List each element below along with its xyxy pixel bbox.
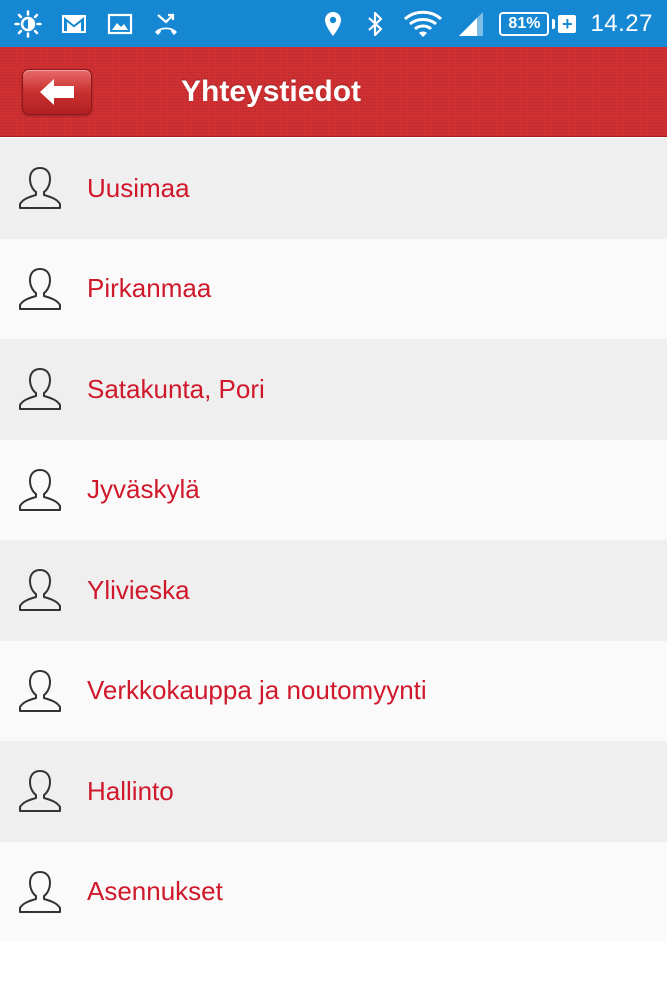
person-icon (19, 569, 61, 612)
list-item-label: Jyväskylä (87, 474, 200, 505)
person-icon (19, 770, 61, 813)
person-icon (19, 267, 61, 310)
person-icon (19, 870, 61, 913)
wifi-icon (404, 10, 443, 37)
list-item-label: Satakunta, Pori (87, 373, 265, 404)
brightness-icon (14, 9, 42, 38)
back-arrow-icon (40, 79, 74, 105)
battery-icon: 81% + (499, 11, 577, 36)
location-icon (325, 11, 342, 36)
list-item-pirkanmaa[interactable]: Pirkanmaa (0, 238, 667, 339)
list-item-hallinto[interactable]: Hallinto (0, 741, 667, 842)
signal-icon (459, 11, 484, 36)
person-icon (19, 669, 61, 712)
gmail-icon (62, 14, 86, 33)
battery-level: 81% (499, 11, 550, 36)
list-item-ylivieska[interactable]: Ylivieska (0, 540, 667, 641)
list-item-label: Asennukset (87, 876, 223, 907)
image-icon (107, 13, 133, 34)
list-item-label: Verkkokauppa ja noutomyynti (87, 675, 427, 706)
contact-list: Uusimaa Pirkanmaa Satakunta, Pori Jyväsk… (0, 138, 667, 942)
missed-call-icon (155, 13, 177, 35)
bluetooth-icon (368, 11, 383, 36)
list-item-uusimaa[interactable]: Uusimaa (0, 138, 667, 239)
person-icon (19, 368, 61, 411)
list-item-label: Ylivieska (87, 574, 190, 605)
status-bar: 81% + 14.27 (0, 0, 667, 47)
list-item-jyvaskyla[interactable]: Jyväskylä (0, 439, 667, 540)
person-icon (19, 167, 61, 210)
list-item-satakunta-pori[interactable]: Satakunta, Pori (0, 339, 667, 440)
back-button[interactable] (22, 69, 92, 115)
charging-icon: + (558, 14, 577, 33)
clock: 14.27 (590, 9, 653, 37)
list-item-label: Uusimaa (87, 172, 190, 203)
page-title: Yhteystiedot (181, 75, 362, 108)
list-item-label: Hallinto (87, 775, 174, 806)
list-item-verkkokauppa[interactable]: Verkkokauppa ja noutomyynti (0, 640, 667, 741)
app-screen: 81% + 14.27 Yhteystiedot Uusimaa Pirkanm… (0, 0, 667, 1000)
list-item-asennukset[interactable]: Asennukset (0, 841, 667, 942)
app-header: Yhteystiedot (0, 47, 667, 137)
list-item-label: Pirkanmaa (87, 273, 212, 304)
person-icon (19, 468, 61, 511)
